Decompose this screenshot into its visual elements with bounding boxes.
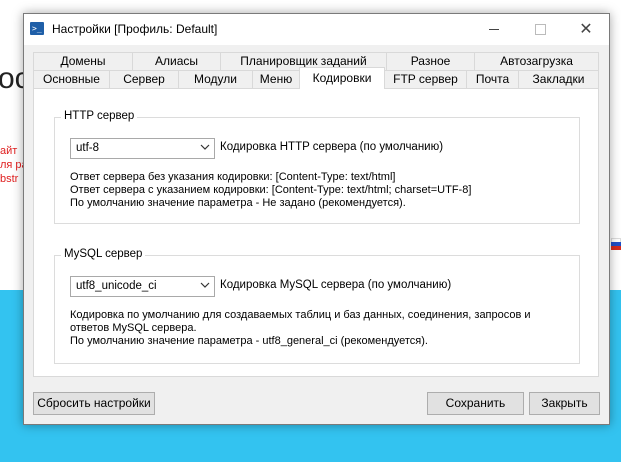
minimize-button[interactable] [471, 14, 517, 45]
background-text-line: айт [0, 145, 18, 157]
window-title: Настройки [Профиль: Default] [52, 22, 218, 36]
tab-domains[interactable]: Домены [33, 52, 133, 71]
app-icon: >_ [30, 22, 44, 35]
flag-icon [611, 238, 621, 250]
background-text-line: bstr [0, 173, 19, 185]
chevron-down-icon [200, 282, 210, 288]
tab-ftp-server[interactable]: FTP сервер [384, 70, 467, 89]
mysql-encoding-select[interactable]: utf8_unicode_ci [70, 276, 215, 297]
chevron-down-icon [200, 144, 210, 150]
mysql-encoding-label: Кодировка MySQL сервера (по умолчанию) [220, 279, 452, 291]
tab-menu[interactable]: Меню [252, 70, 300, 89]
save-button[interactable]: Сохранить [427, 392, 524, 415]
close-button[interactable]: Закрыть [529, 392, 600, 415]
http-desc-line: Ответ сервера без указания кодировки: [C… [70, 171, 396, 183]
tab-general[interactable]: Основные [33, 70, 110, 89]
minimize-icon [489, 29, 499, 30]
http-group-title: HTTP сервер [61, 110, 138, 122]
tab-bookmarks[interactable]: Закладки [518, 70, 599, 89]
http-server-group: HTTP сервер utf-8 Кодировка HTTP сервера… [54, 110, 580, 224]
settings-dialog: >_ Настройки [Профиль: Default] ✕ Домены… [23, 13, 610, 425]
maximize-icon [534, 24, 546, 35]
mysql-desc-line: Кодировка по умолчанию для создаваемых т… [70, 309, 531, 321]
http-encoding-select[interactable]: utf-8 [70, 138, 215, 159]
title-bar[interactable]: >_ Настройки [Профиль: Default] ✕ [24, 14, 609, 45]
http-encoding-value: utf-8 [76, 142, 100, 154]
tab-mail[interactable]: Почта [466, 70, 519, 89]
mysql-desc-line: ответов MySQL сервера. [70, 322, 197, 334]
tab-server[interactable]: Сервер [109, 70, 179, 89]
tab-encodings[interactable]: Кодировки [299, 67, 385, 89]
tab-aliases[interactable]: Алиасы [132, 52, 221, 71]
tab-misc[interactable]: Разное [386, 52, 475, 71]
close-icon: ✕ [579, 20, 593, 38]
mysql-encoding-value: utf8_unicode_ci [76, 280, 157, 292]
http-desc-line: Ответ сервера с указанием кодировки: [Co… [70, 184, 472, 196]
mysql-desc-line: По умолчанию значение параметра - utf8_g… [70, 335, 428, 347]
maximize-button[interactable] [517, 14, 563, 45]
tab-modules[interactable]: Модули [178, 70, 253, 89]
http-desc-line: По умолчанию значение параметра - Не зад… [70, 197, 406, 209]
close-window-button[interactable]: ✕ [563, 14, 609, 45]
encodings-panel: HTTP сервер utf-8 Кодировка HTTP сервера… [33, 88, 599, 377]
http-encoding-label: Кодировка HTTP сервера (по умолчанию) [220, 141, 444, 153]
reset-settings-button[interactable]: Сбросить настройки [33, 392, 155, 415]
mysql-group-title: MySQL сервер [61, 248, 146, 260]
tab-autostart[interactable]: Автозагрузка [474, 52, 599, 71]
mysql-server-group: MySQL сервер utf8_unicode_ci Кодировка M… [54, 248, 580, 364]
